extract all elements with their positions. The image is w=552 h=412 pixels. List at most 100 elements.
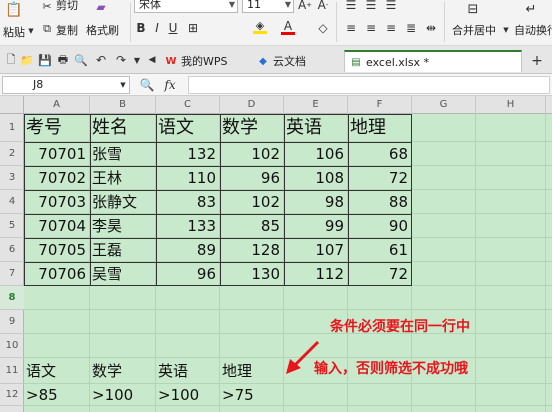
table-cell[interactable]: 吴雪 [92,262,122,286]
row-header[interactable]: 2 [0,142,24,166]
save-icon[interactable]: 💾 [38,53,52,67]
table-cell[interactable]: 张静文 [92,190,137,214]
table-cell[interactable]: 88 [348,190,408,214]
table-cell[interactable]: 130 [220,262,280,286]
criteria-header-cell[interactable]: 数学 [92,358,122,384]
criteria-value-cell[interactable]: >100 [158,384,199,406]
italic-icon[interactable]: I [150,20,164,36]
row-header[interactable]: 3 [0,166,24,190]
table-cell[interactable]: 108 [284,166,344,190]
row-header[interactable]: 1 [0,114,24,142]
table-cell[interactable]: 112 [284,262,344,286]
table-cell[interactable]: 70705 [24,238,86,262]
criteria-header-cell[interactable]: 地理 [222,358,252,384]
table-cell[interactable]: 70703 [24,190,86,214]
criteria-header-cell[interactable]: 语文 [26,358,56,384]
bold-icon[interactable]: B [134,20,148,36]
criteria-value-cell[interactable]: >75 [222,384,254,406]
row-header[interactable]: 8 [0,286,24,310]
table-header-cell[interactable]: 语文 [158,114,194,142]
row-header[interactable]: 12 [0,384,24,406]
copy-icon[interactable]: ⧉ [40,22,54,36]
formula-input[interactable] [188,76,550,94]
redo-icon[interactable]: ↷ [114,53,128,67]
column-header[interactable]: E [284,96,348,114]
zoom-icon[interactable]: 🔍 [140,77,155,93]
table-cell[interactable]: 89 [156,238,216,262]
row-header[interactable]: 10 [0,334,24,358]
table-cell[interactable]: 98 [284,190,344,214]
criteria-value-cell[interactable]: >85 [26,384,58,406]
undo-icon[interactable]: ↶ [94,53,108,67]
column-header[interactable]: D [220,96,284,114]
table-cell[interactable]: 85 [220,214,280,238]
table-cell[interactable]: 128 [220,238,280,262]
tab-cloud-docs[interactable]: ◆ 云文档 [252,50,336,72]
cell-area[interactable]: 考号 姓名 语文 数学 英语 地理 70701 张雪 132 102 106 68 70702 王林 110… [24,114,552,412]
new-file-icon[interactable]: 🗋 [4,53,18,67]
row-header[interactable]: 11 [0,358,24,384]
table-cell[interactable]: 133 [156,214,216,238]
paste-button[interactable]: 粘贴 [3,24,25,40]
copy-button[interactable]: 复制 [56,22,78,38]
table-header-cell[interactable]: 英语 [286,114,322,142]
align-middle-icon[interactable]: ☰ [364,0,378,12]
table-cell[interactable]: 106 [284,142,344,166]
table-cell[interactable]: 68 [348,142,408,166]
row-header[interactable]: 9 [0,310,24,334]
quick-access-dropdown-icon[interactable]: ▼ [132,55,142,65]
table-cell[interactable]: 72 [348,166,408,190]
paste-icon[interactable]: 📋 [4,1,24,19]
column-header[interactable]: H [476,96,546,114]
font-size-select[interactable]: 11 ▼ [242,0,294,13]
merge-center-button[interactable]: 合并居中 [452,22,496,38]
table-header-cell[interactable]: 考号 [26,114,62,142]
column-header[interactable]: F [348,96,412,114]
table-cell[interactable]: 110 [156,166,216,190]
justify-icon[interactable]: ≣ [404,21,418,35]
font-shrink-icon[interactable]: A- [316,0,330,13]
table-cell[interactable]: 96 [220,166,280,190]
fx-icon[interactable]: fx [160,77,180,93]
table-cell[interactable]: 72 [348,262,408,286]
tab-excel-file[interactable]: ▤ excel.xlsx * [344,50,522,72]
table-cell[interactable]: 102 [220,190,280,214]
table-cell[interactable]: 96 [156,262,216,286]
table-cell[interactable]: 王林 [92,166,122,190]
table-cell[interactable]: 83 [156,190,216,214]
table-cell[interactable]: 99 [284,214,344,238]
name-box[interactable]: J8 [2,76,130,94]
chevron-down-icon[interactable]: ▼ [118,80,128,90]
row-header[interactable]: 6 [0,238,24,262]
table-header-cell[interactable]: 数学 [222,114,258,142]
underline-icon[interactable]: U [166,20,180,36]
column-header[interactable]: C [156,96,220,114]
table-header-cell[interactable]: 姓名 [92,114,128,142]
column-header[interactable]: B [90,96,156,114]
tab-my-wps[interactable]: W 我的WPS [160,50,246,72]
new-tab-icon[interactable]: + [530,53,544,69]
open-file-icon[interactable]: 📁 [20,53,34,67]
font-color-icon[interactable]: A [280,18,296,36]
criteria-value-cell[interactable]: >100 [92,384,133,406]
table-cell[interactable]: 70701 [24,142,86,166]
table-cell[interactable]: 61 [348,238,408,262]
align-center-icon[interactable]: ≡ [364,21,378,35]
table-cell[interactable]: 102 [220,142,280,166]
border-icon[interactable]: ⊞ [186,20,200,36]
column-header[interactable]: A [24,96,90,114]
table-cell[interactable]: 王磊 [92,238,122,262]
wrap-text-icon[interactable]: ↵ [520,0,542,18]
row-header[interactable]: 7 [0,262,24,286]
table-header-cell[interactable]: 地理 [350,114,386,142]
table-cell[interactable]: 70704 [24,214,86,238]
column-header[interactable]: G [412,96,476,114]
table-cell[interactable]: 90 [348,214,408,238]
table-cell[interactable]: 132 [156,142,216,166]
clear-format-icon[interactable]: ◇ [316,20,330,36]
align-right-icon[interactable]: ≡ [384,21,398,35]
align-bottom-icon[interactable]: ☰ [384,0,398,12]
row-header[interactable]: 4 [0,190,24,214]
format-painter-button[interactable]: 格式刷 [86,22,119,38]
table-cell[interactable]: 张雪 [92,142,122,166]
